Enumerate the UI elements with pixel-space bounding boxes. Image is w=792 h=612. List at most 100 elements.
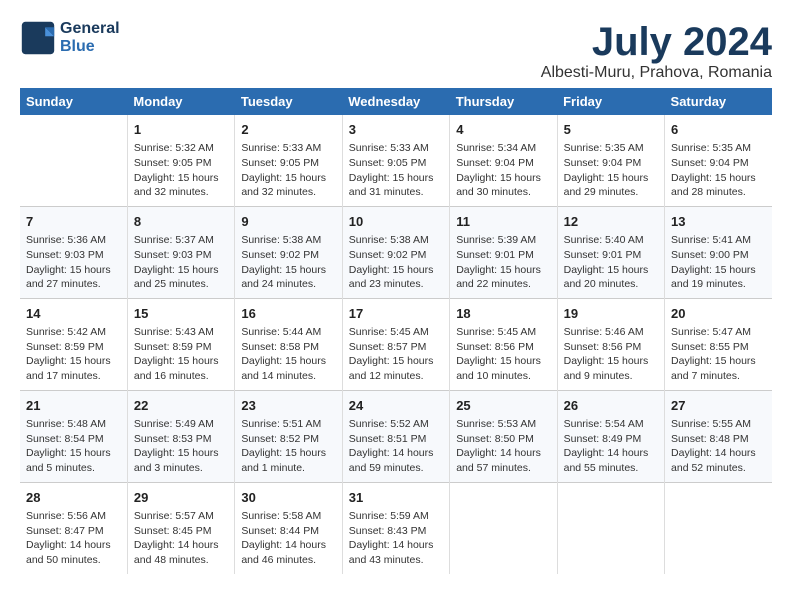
day-info: Sunrise: 5:46 AM Sunset: 8:56 PM Dayligh… <box>564 325 658 384</box>
logo: General Blue <box>20 20 120 56</box>
day-info: Sunrise: 5:42 AM Sunset: 8:59 PM Dayligh… <box>26 325 121 384</box>
day-info: Sunrise: 5:33 AM Sunset: 9:05 PM Dayligh… <box>349 141 443 200</box>
day-info: Sunrise: 5:57 AM Sunset: 8:45 PM Dayligh… <box>134 509 228 568</box>
day-info: Sunrise: 5:39 AM Sunset: 9:01 PM Dayligh… <box>456 233 550 292</box>
day-info: Sunrise: 5:53 AM Sunset: 8:50 PM Dayligh… <box>456 417 550 476</box>
day-info: Sunrise: 5:49 AM Sunset: 8:53 PM Dayligh… <box>134 417 228 476</box>
title-block: July 2024 Albesti-Muru, Prahova, Romania <box>541 20 772 82</box>
day-cell-25: 25 Sunrise: 5:53 AM Sunset: 8:50 PM Dayli… <box>450 390 557 482</box>
week-row-5: 28 Sunrise: 5:56 AM Sunset: 8:47 PM Dayli… <box>20 482 772 573</box>
day-number: 28 <box>26 489 121 507</box>
day-cell-28: 28 Sunrise: 5:56 AM Sunset: 8:47 PM Dayli… <box>20 482 127 573</box>
day-info: Sunrise: 5:45 AM Sunset: 8:57 PM Dayligh… <box>349 325 443 384</box>
day-cell-21: 21Sunrise: 5:48 AM Sunset: 8:54 PM Dayli… <box>20 390 127 482</box>
day-number: 30 <box>241 489 335 507</box>
day-cell-30: 30 Sunrise: 5:58 AM Sunset: 8:44 PM Dayli… <box>235 482 342 573</box>
day-number: 9 <box>241 213 335 231</box>
weekday-header-monday: Monday <box>127 88 234 115</box>
day-info: Sunrise: 5:37 AM Sunset: 9:03 PM Dayligh… <box>134 233 228 292</box>
day-info: Sunrise: 5:36 AM Sunset: 9:03 PM Dayligh… <box>26 233 121 292</box>
day-number: 8 <box>134 213 228 231</box>
day-cell-22: 22Sunrise: 5:49 AM Sunset: 8:53 PM Dayli… <box>127 390 234 482</box>
day-cell-29: 29 Sunrise: 5:57 AM Sunset: 8:45 PM Dayli… <box>127 482 234 573</box>
day-number: 29 <box>134 489 228 507</box>
day-info: Sunrise: 5:40 AM Sunset: 9:01 PM Dayligh… <box>564 233 658 292</box>
day-cell-27: 27 Sunrise: 5:55 AM Sunset: 8:48 PM Dayli… <box>665 390 772 482</box>
day-cell-13: 13 Sunrise: 5:41 AM Sunset: 9:00 PM Dayli… <box>665 206 772 298</box>
empty-cell <box>557 482 664 573</box>
day-number: 10 <box>349 213 443 231</box>
calendar-table: SundayMondayTuesdayWednesdayThursdayFrid… <box>20 88 772 574</box>
day-cell-24: 24 Sunrise: 5:52 AM Sunset: 8:51 PM Dayli… <box>342 390 449 482</box>
day-number: 12 <box>564 213 658 231</box>
day-info: Sunrise: 5:41 AM Sunset: 9:00 PM Dayligh… <box>671 233 766 292</box>
day-info: Sunrise: 5:55 AM Sunset: 8:48 PM Dayligh… <box>671 417 766 476</box>
weekday-header-tuesday: Tuesday <box>235 88 342 115</box>
day-cell-6: 6Sunrise: 5:35 AM Sunset: 9:04 PM Daylig… <box>665 115 772 206</box>
day-cell-26: 26 Sunrise: 5:54 AM Sunset: 8:49 PM Dayli… <box>557 390 664 482</box>
day-number: 20 <box>671 305 766 323</box>
day-info: Sunrise: 5:35 AM Sunset: 9:04 PM Dayligh… <box>564 141 658 200</box>
day-number: 18 <box>456 305 550 323</box>
day-cell-5: 5Sunrise: 5:35 AM Sunset: 9:04 PM Daylig… <box>557 115 664 206</box>
day-cell-16: 16Sunrise: 5:44 AM Sunset: 8:58 PM Dayli… <box>235 298 342 390</box>
day-cell-15: 15 Sunrise: 5:43 AM Sunset: 8:59 PM Dayli… <box>127 298 234 390</box>
day-number: 23 <box>241 397 335 415</box>
day-info: Sunrise: 5:35 AM Sunset: 9:04 PM Dayligh… <box>671 141 766 200</box>
day-cell-18: 18 Sunrise: 5:45 AM Sunset: 8:56 PM Dayli… <box>450 298 557 390</box>
day-cell-9: 9 Sunrise: 5:38 AM Sunset: 9:02 PM Daylig… <box>235 206 342 298</box>
day-number: 16 <box>241 305 335 323</box>
weekday-header-friday: Friday <box>557 88 664 115</box>
day-cell-31: 31 Sunrise: 5:59 AM Sunset: 8:43 PM Dayli… <box>342 482 449 573</box>
day-info: Sunrise: 5:59 AM Sunset: 8:43 PM Dayligh… <box>349 509 443 568</box>
weekday-header-sunday: Sunday <box>20 88 127 115</box>
day-number: 13 <box>671 213 766 231</box>
day-number: 4 <box>456 121 550 139</box>
day-info: Sunrise: 5:45 AM Sunset: 8:56 PM Dayligh… <box>456 325 550 384</box>
day-info: Sunrise: 5:58 AM Sunset: 8:44 PM Dayligh… <box>241 509 335 568</box>
day-cell-8: 8 Sunrise: 5:37 AM Sunset: 9:03 PM Daylig… <box>127 206 234 298</box>
day-number: 25 <box>456 397 550 415</box>
day-info: Sunrise: 5:38 AM Sunset: 9:02 PM Dayligh… <box>241 233 335 292</box>
day-info: Sunrise: 5:51 AM Sunset: 8:52 PM Dayligh… <box>241 417 335 476</box>
day-info: Sunrise: 5:48 AM Sunset: 8:54 PM Dayligh… <box>26 417 121 476</box>
day-info: Sunrise: 5:34 AM Sunset: 9:04 PM Dayligh… <box>456 141 550 200</box>
day-cell-12: 12 Sunrise: 5:40 AM Sunset: 9:01 PM Dayli… <box>557 206 664 298</box>
day-number: 7 <box>26 213 121 231</box>
day-number: 2 <box>241 121 335 139</box>
day-number: 26 <box>564 397 658 415</box>
day-info: Sunrise: 5:38 AM Sunset: 9:02 PM Dayligh… <box>349 233 443 292</box>
day-info: Sunrise: 5:32 AM Sunset: 9:05 PM Dayligh… <box>134 141 228 200</box>
empty-cell <box>450 482 557 573</box>
day-cell-2: 2 Sunrise: 5:33 AM Sunset: 9:05 PM Daylig… <box>235 115 342 206</box>
page-header: General Blue July 2024 Albesti-Muru, Pra… <box>20 20 772 82</box>
weekday-header-wednesday: Wednesday <box>342 88 449 115</box>
weekday-header-thursday: Thursday <box>450 88 557 115</box>
day-cell-17: 17 Sunrise: 5:45 AM Sunset: 8:57 PM Dayli… <box>342 298 449 390</box>
day-number: 17 <box>349 305 443 323</box>
day-number: 15 <box>134 305 228 323</box>
day-info: Sunrise: 5:52 AM Sunset: 8:51 PM Dayligh… <box>349 417 443 476</box>
day-number: 3 <box>349 121 443 139</box>
empty-cell <box>20 115 127 206</box>
day-info: Sunrise: 5:47 AM Sunset: 8:55 PM Dayligh… <box>671 325 766 384</box>
week-row-4: 21Sunrise: 5:48 AM Sunset: 8:54 PM Dayli… <box>20 390 772 482</box>
day-cell-20: 20 Sunrise: 5:47 AM Sunset: 8:55 PM Dayli… <box>665 298 772 390</box>
day-info: Sunrise: 5:43 AM Sunset: 8:59 PM Dayligh… <box>134 325 228 384</box>
day-number: 11 <box>456 213 550 231</box>
day-cell-10: 10 Sunrise: 5:38 AM Sunset: 9:02 PM Dayli… <box>342 206 449 298</box>
day-number: 14 <box>26 305 121 323</box>
month-title: July 2024 <box>541 20 772 64</box>
day-info: Sunrise: 5:33 AM Sunset: 9:05 PM Dayligh… <box>241 141 335 200</box>
location-subtitle: Albesti-Muru, Prahova, Romania <box>541 64 772 82</box>
day-number: 27 <box>671 397 766 415</box>
week-row-1: 1Sunrise: 5:32 AM Sunset: 9:05 PM Daylig… <box>20 115 772 206</box>
day-info: Sunrise: 5:56 AM Sunset: 8:47 PM Dayligh… <box>26 509 121 568</box>
day-number: 24 <box>349 397 443 415</box>
day-cell-3: 3 Sunrise: 5:33 AM Sunset: 9:05 PM Daylig… <box>342 115 449 206</box>
day-number: 31 <box>349 489 443 507</box>
day-cell-19: 19Sunrise: 5:46 AM Sunset: 8:56 PM Dayli… <box>557 298 664 390</box>
day-cell-11: 11 Sunrise: 5:39 AM Sunset: 9:01 PM Dayli… <box>450 206 557 298</box>
logo-icon <box>20 20 56 56</box>
day-info: Sunrise: 5:54 AM Sunset: 8:49 PM Dayligh… <box>564 417 658 476</box>
